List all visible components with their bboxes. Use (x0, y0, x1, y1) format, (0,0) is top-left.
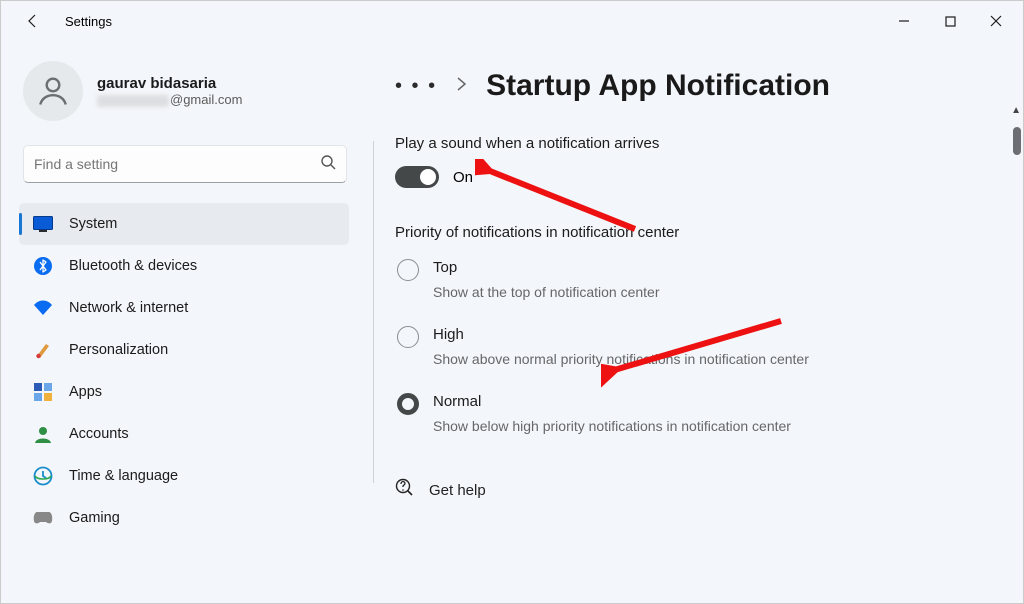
bluetooth-icon (33, 256, 53, 276)
sidebar-item-gaming[interactable]: Gaming (19, 497, 349, 539)
sidebar-item-accounts[interactable]: Accounts (19, 413, 349, 455)
radio-icon (397, 259, 419, 281)
radio-desc: Show above normal priority notifications… (433, 351, 809, 367)
sidebar-item-label: Apps (69, 384, 102, 400)
profile-name: gaurav bidasaria (97, 75, 242, 92)
radio-icon (397, 326, 419, 348)
nav-list: System Bluetooth & devices Network & int… (19, 203, 351, 539)
help-icon (395, 478, 415, 502)
radio-title: Top (433, 259, 659, 276)
window-title: Settings (65, 14, 112, 29)
profile-email: @gmail.com (97, 92, 242, 107)
radio-title: High (433, 326, 809, 343)
radio-icon (397, 393, 419, 415)
scroll-up-icon[interactable]: ▲ (1011, 105, 1021, 116)
scrollbar[interactable]: ▲ (1009, 41, 1023, 603)
back-button[interactable] (19, 7, 47, 35)
close-button[interactable] (973, 5, 1019, 37)
sound-toggle[interactable] (395, 166, 439, 188)
sound-setting-label: Play a sound when a notification arrives (395, 135, 1003, 152)
scrollbar-thumb[interactable] (1013, 127, 1021, 155)
toggle-knob (420, 169, 436, 185)
breadcrumb: • • • Startup App Notification (395, 69, 1003, 103)
sidebar-item-apps[interactable]: Apps (19, 371, 349, 413)
maximize-button[interactable] (927, 5, 973, 37)
sidebar-item-label: Time & language (69, 468, 178, 484)
sound-toggle-row: On (395, 166, 1003, 188)
sidebar-item-personalization[interactable]: Personalization (19, 329, 349, 371)
brush-icon (33, 340, 53, 360)
help-label: Get help (429, 482, 486, 499)
divider (373, 141, 374, 483)
titlebar: Settings (1, 1, 1023, 41)
search-icon (320, 154, 336, 175)
system-icon (33, 214, 53, 234)
main-content: • • • Startup App Notification Play a so… (361, 41, 1023, 603)
sidebar-item-label: Personalization (69, 342, 168, 358)
apps-icon (33, 382, 53, 402)
search-input[interactable] (34, 156, 320, 172)
profile-block[interactable]: gaurav bidasaria @gmail.com (19, 57, 351, 139)
priority-section-header: Priority of notifications in notificatio… (395, 224, 1003, 241)
sidebar-item-label: Network & internet (69, 300, 188, 316)
sidebar-item-time-language[interactable]: Time & language (19, 455, 349, 497)
sidebar-item-bluetooth[interactable]: Bluetooth & devices (19, 245, 349, 287)
breadcrumb-overflow-icon[interactable]: • • • (395, 75, 437, 98)
gaming-icon (33, 508, 53, 528)
sidebar-item-label: Bluetooth & devices (69, 258, 197, 274)
priority-option-top[interactable]: Top Show at the top of notification cent… (397, 259, 1003, 300)
account-icon (33, 424, 53, 444)
radio-title: Normal (433, 393, 791, 410)
chevron-right-icon (457, 77, 466, 95)
redacted-text (97, 95, 169, 107)
sidebar-item-label: Accounts (69, 426, 129, 442)
radio-desc: Show at the top of notification center (433, 284, 659, 300)
clock-icon (33, 466, 53, 486)
avatar (23, 61, 83, 121)
get-help-link[interactable]: Get help (395, 478, 1003, 502)
search-input-wrapper[interactable] (23, 145, 347, 183)
minimize-button[interactable] (881, 5, 927, 37)
sound-toggle-state: On (453, 169, 473, 186)
page-title: Startup App Notification (486, 69, 830, 103)
priority-radio-group: Top Show at the top of notification cent… (397, 259, 1003, 434)
radio-desc: Show below high priority notifications i… (433, 418, 791, 434)
sidebar: gaurav bidasaria @gmail.com System (1, 41, 361, 603)
priority-option-high[interactable]: High Show above normal priority notifica… (397, 326, 1003, 367)
sidebar-item-system[interactable]: System (19, 203, 349, 245)
wifi-icon (33, 298, 53, 318)
priority-option-normal[interactable]: Normal Show below high priority notifica… (397, 393, 1003, 434)
sidebar-item-label: System (69, 216, 117, 232)
sidebar-item-network[interactable]: Network & internet (19, 287, 349, 329)
sidebar-item-label: Gaming (69, 510, 120, 526)
